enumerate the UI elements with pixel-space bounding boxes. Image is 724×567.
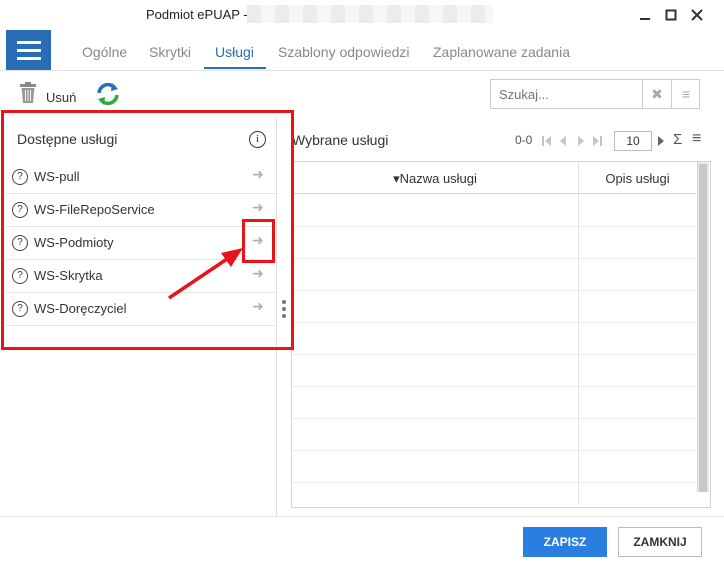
tab-szablony-odpowiedzi[interactable]: Szablony odpowiedzi [278,44,410,60]
column-header-opis[interactable]: Opis usługi [579,171,696,186]
grid-menu-icon[interactable]: ≡ [692,130,701,148]
hamburger-icon-line [16,48,41,52]
active-tab-indicator [204,67,266,69]
refresh-icon [97,82,119,106]
tab-ogolne[interactable]: Ogólne [82,44,127,60]
minimize-button[interactable] [634,0,656,30]
selected-services-grid [291,161,711,508]
grid-row-line [292,354,696,355]
dialog-footer [0,516,724,567]
refresh-button[interactable] [95,81,121,107]
grid-row-line [292,450,696,451]
save-button[interactable]: ZAPISZ [523,527,607,557]
redacted-name [247,5,493,23]
sum-icon[interactable]: Σ [673,131,682,148]
hamburger-icon-line [16,40,41,44]
grid-scrollbar-thumb[interactable] [699,164,707,492]
clear-search-button[interactable]: ✖ [642,80,671,108]
annotation-pointer-arrow [168,248,243,300]
clear-icon: ✖ [651,85,663,102]
maximize-button[interactable] [660,0,682,30]
menu-icon: ≡ [681,86,691,102]
grid-row-line [292,482,696,483]
grid-row-line [292,290,696,291]
column-label: Nazwa usługi [399,171,477,186]
grid-row-line [292,226,696,227]
grid-row-line [292,386,696,387]
window-title: Podmiot ePUAP - [146,7,248,22]
menu-button[interactable] [6,30,51,70]
delete-button[interactable]: Usuń [16,80,84,108]
close-window-button[interactable] [686,0,708,30]
search-box: ✖ ≡ [490,79,700,109]
hamburger-icon-line [16,56,41,60]
search-options-button[interactable]: ≡ [671,80,700,108]
minimize-icon [640,18,650,20]
close-button[interactable]: ZAMKNIJ [618,527,702,557]
next-arrow-icon[interactable] [657,135,665,147]
column-divider [578,162,579,505]
grid-row-line [292,322,696,323]
tab-zaplanowane-zadania[interactable]: Zaplanowane zadania [433,44,570,60]
selected-services-title: Wybrane usługi [292,132,389,148]
page-size-input[interactable]: 10 [614,131,652,151]
close-icon [691,9,703,21]
tab-skrytki[interactable]: Skrytki [149,44,191,60]
column-header-nazwa[interactable]: ▾Nazwa usługi [292,171,578,187]
pager-nav [542,136,602,146]
search-input[interactable] [497,84,641,104]
delete-label: Usuń [46,90,77,105]
grid-row-line [292,418,696,419]
tab-uslugi[interactable]: Usługi [215,44,254,60]
grid-row-line [292,258,696,259]
trash-icon [20,82,36,103]
pager-range: 0-0 [515,133,533,147]
maximize-icon [665,9,677,21]
